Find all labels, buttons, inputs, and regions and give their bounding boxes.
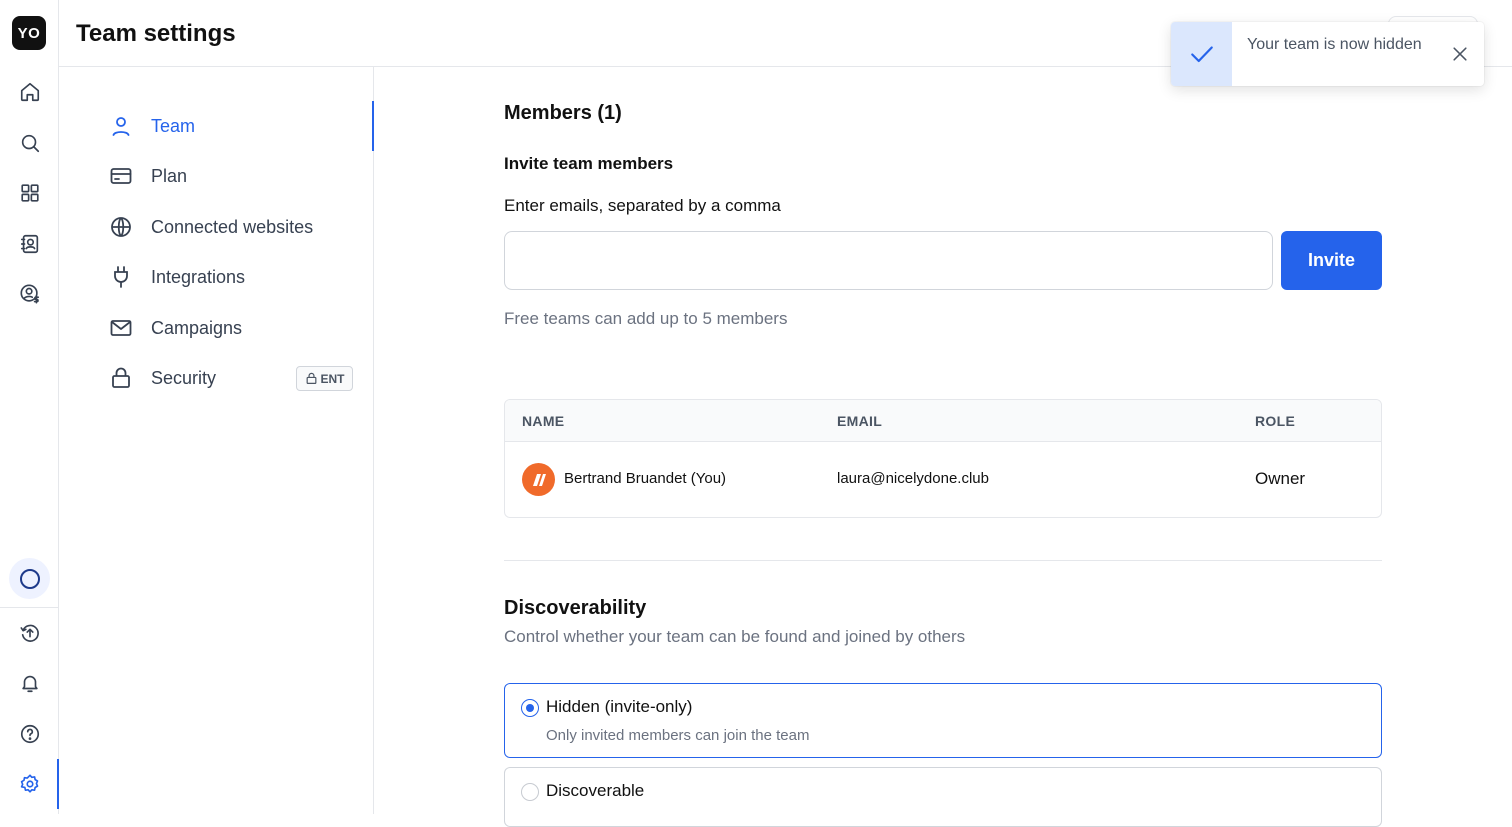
user-billing-icon[interactable] bbox=[17, 281, 42, 306]
user-icon bbox=[112, 117, 130, 136]
table-row[interactable]: Bertrand Bruandet (You) laura@nicelydone… bbox=[505, 442, 1381, 517]
nav-item-campaigns[interactable]: Campaigns bbox=[109, 313, 242, 343]
contacts-icon[interactable] bbox=[17, 231, 42, 256]
app-logo[interactable]: YO bbox=[12, 16, 46, 50]
rail-divider bbox=[0, 607, 59, 608]
avatar bbox=[522, 463, 555, 496]
invite-button[interactable]: Invite bbox=[1281, 231, 1382, 290]
page-title: Team settings bbox=[76, 20, 236, 47]
member-role: Owner bbox=[1255, 469, 1306, 488]
column-header-email[interactable]: EMAIL bbox=[837, 413, 882, 429]
lock-icon bbox=[306, 372, 316, 384]
nav-item-connected-websites[interactable]: Connected websites bbox=[109, 212, 313, 242]
members-table: NAME EMAIL ROLE Bertrand Bruandet (You) … bbox=[504, 399, 1382, 518]
nav-item-label: Security bbox=[151, 367, 217, 388]
upload-icon[interactable] bbox=[17, 620, 42, 645]
plug-icon bbox=[114, 266, 128, 288]
column-header-name[interactable]: NAME bbox=[522, 413, 564, 429]
emails-label: Enter emails, separated by a comma bbox=[504, 196, 781, 215]
option-description: Only invited members can join the team bbox=[546, 727, 810, 744]
emails-input[interactable] bbox=[504, 231, 1273, 290]
members-heading: Members (1) bbox=[504, 102, 622, 124]
option-title: Hidden (invite-only) bbox=[546, 697, 693, 716]
radio-hidden[interactable] bbox=[521, 699, 539, 717]
gear-icon[interactable] bbox=[17, 771, 42, 796]
badge-label: ENT bbox=[320, 371, 345, 386]
nav-item-integrations[interactable]: Integrations bbox=[109, 262, 245, 292]
nav-active-indicator bbox=[372, 101, 374, 151]
credit-card-icon bbox=[110, 168, 132, 184]
lock-icon bbox=[112, 367, 130, 388]
home-icon[interactable] bbox=[17, 79, 42, 104]
discoverability-subheading: Control whether your team can be found a… bbox=[504, 627, 966, 646]
settings-nav: Team Plan Connected websites Integration… bbox=[59, 67, 374, 814]
radio-discoverable[interactable] bbox=[521, 783, 539, 801]
grid-icon[interactable] bbox=[17, 180, 42, 205]
mail-icon bbox=[110, 320, 132, 336]
nav-item-label: Connected websites bbox=[151, 216, 314, 237]
member-limit-hint: Free teams can add up to 5 members bbox=[504, 309, 788, 328]
check-icon bbox=[1171, 22, 1232, 86]
member-name: Bertrand Bruandet (You) bbox=[564, 470, 727, 487]
nav-item-security[interactable]: Security bbox=[109, 363, 216, 393]
option-title: Discoverable bbox=[546, 781, 645, 800]
section-divider bbox=[504, 560, 1382, 561]
enterprise-badge: ENT bbox=[296, 366, 353, 391]
option-hidden[interactable]: Hidden (invite-only) Only invited member… bbox=[504, 683, 1382, 758]
member-email: laura@nicelydone.club bbox=[837, 470, 989, 487]
globe-icon bbox=[111, 217, 131, 237]
nav-item-label: Team bbox=[151, 115, 196, 136]
help-icon[interactable] bbox=[17, 721, 42, 746]
nav-item-label: Integrations bbox=[151, 266, 246, 287]
close-icon[interactable] bbox=[1450, 44, 1470, 64]
nav-item-team[interactable]: Team bbox=[109, 111, 195, 141]
nav-item-label: Campaigns bbox=[151, 317, 243, 338]
nav-item-label: Plan bbox=[151, 165, 188, 186]
invite-heading: Invite team members bbox=[504, 154, 674, 173]
column-header-role[interactable]: ROLE bbox=[1255, 413, 1295, 429]
toast-message: Your team is now hidden bbox=[1247, 36, 1422, 53]
option-discoverable[interactable]: Discoverable bbox=[504, 767, 1382, 827]
search-icon[interactable] bbox=[17, 130, 42, 155]
discoverability-heading: Discoverability bbox=[504, 597, 647, 619]
table-header: NAME EMAIL ROLE bbox=[505, 400, 1381, 442]
nav-item-plan[interactable]: Plan bbox=[109, 161, 187, 191]
status-circle-icon[interactable] bbox=[9, 558, 50, 599]
bell-icon[interactable] bbox=[17, 670, 42, 695]
icon-rail: YO bbox=[0, 0, 59, 814]
toast-notification: Your team is now hidden bbox=[1171, 22, 1484, 86]
